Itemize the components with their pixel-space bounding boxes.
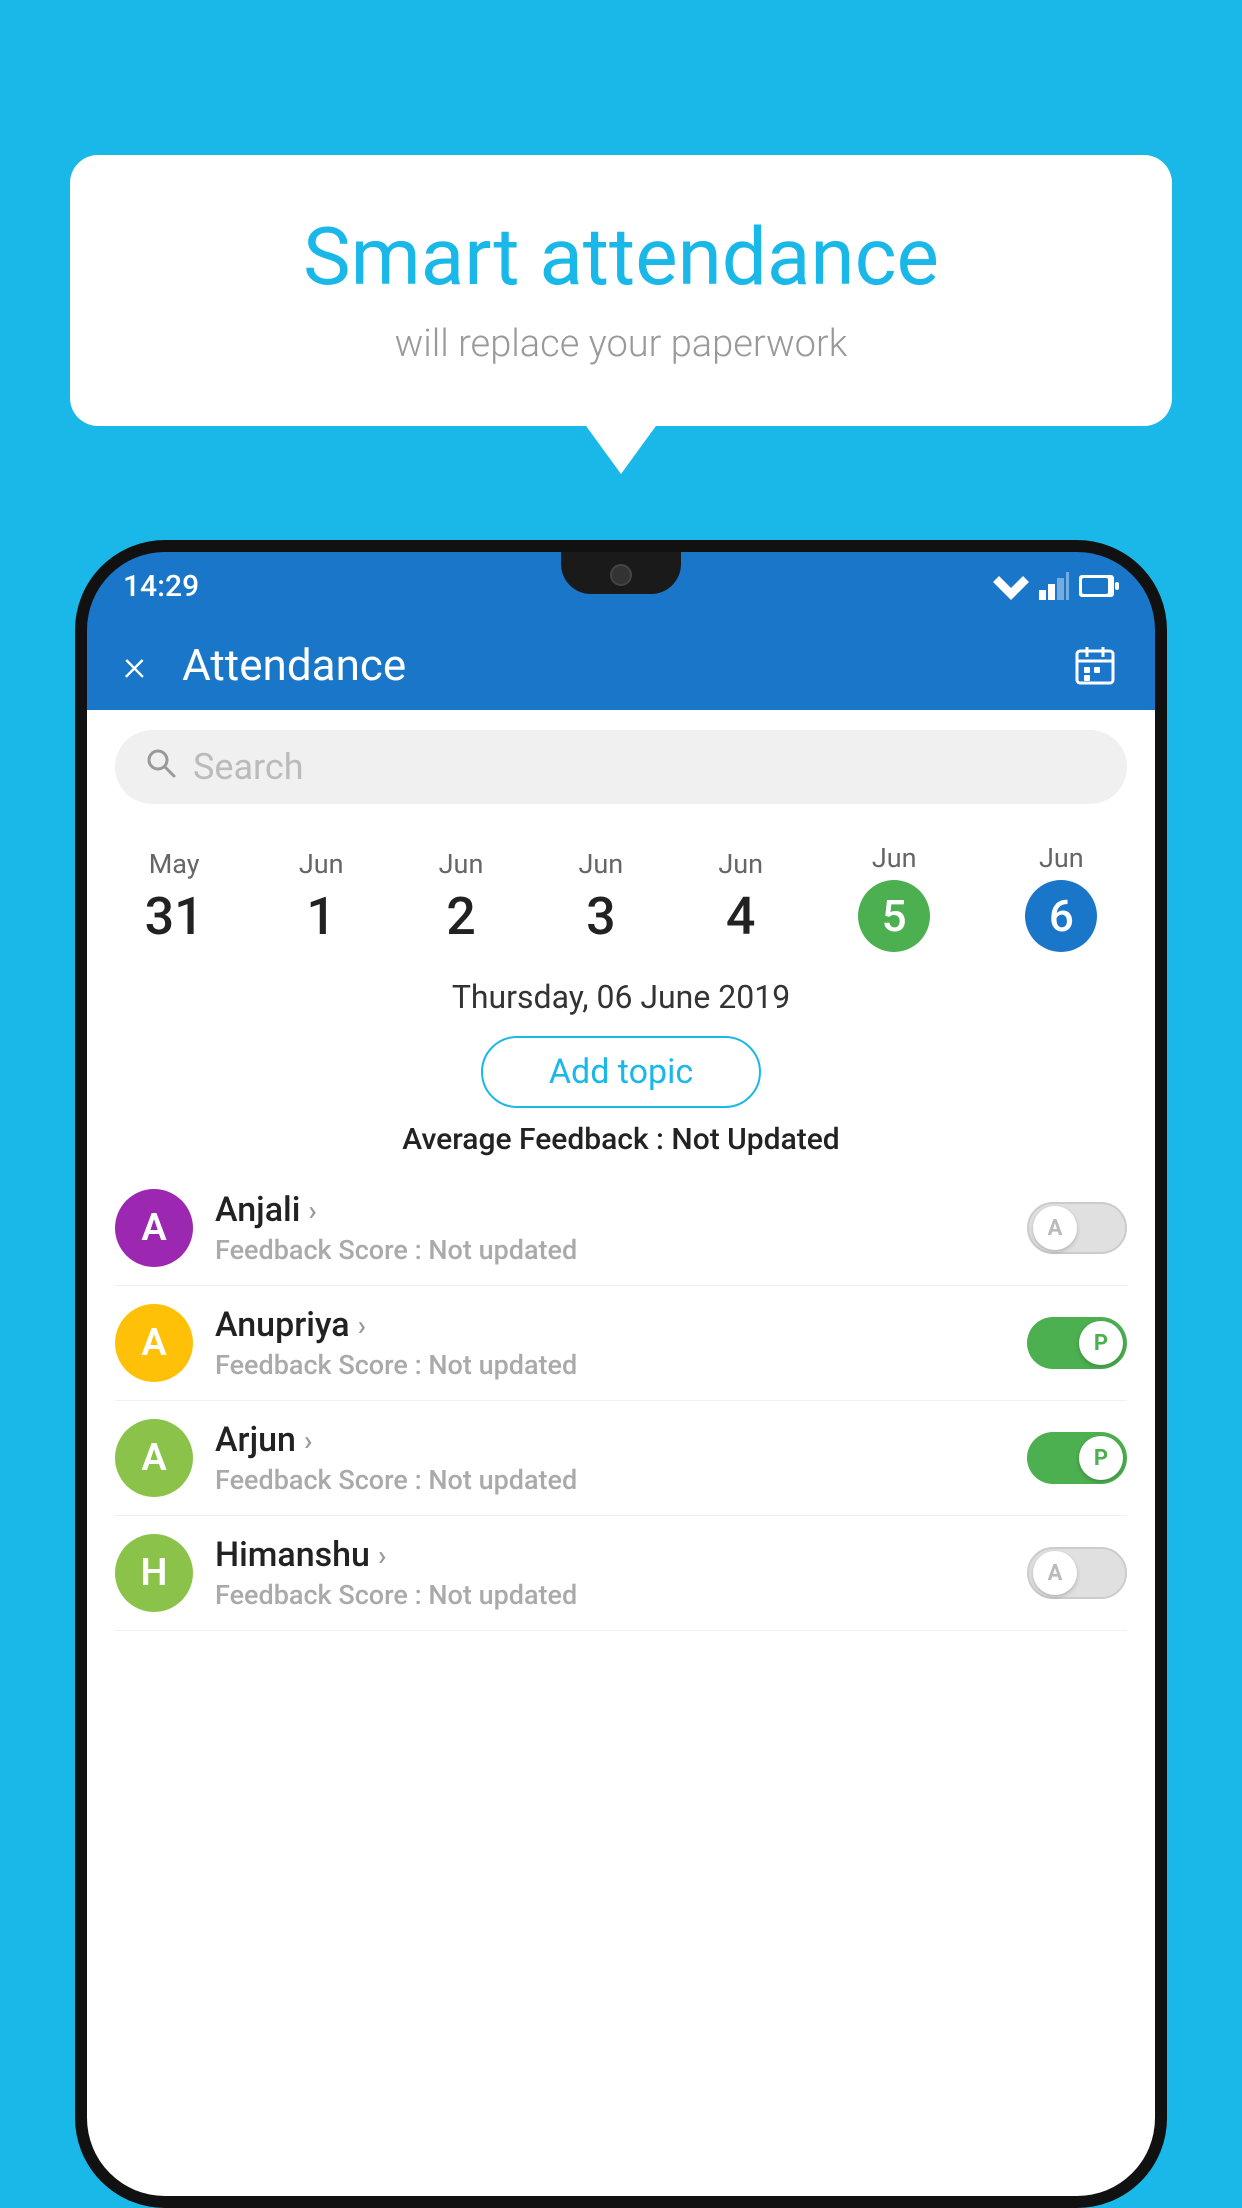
toggle-arjun[interactable]: P [1027,1432,1127,1484]
date-jun3[interactable]: Jun 3 [561,840,642,955]
date-picker-row: May 31 Jun 1 Jun 2 Jun 3 Jun 4 [87,824,1155,960]
add-topic-button[interactable]: Add topic [481,1036,761,1108]
phone-notch [561,552,681,594]
search-bar[interactable]: Search [115,730,1127,804]
student-info-anjali: Anjali › Feedback Score : Not updated [215,1190,1005,1266]
phone-frame: 14:29 [75,540,1167,2208]
app-header: × Attendance [87,620,1155,710]
bubble-subtitle: will replace your paperwork [130,322,1112,366]
selected-date: Thursday, 06 June 2019 [87,960,1155,1022]
status-icons [993,572,1119,600]
wifi-icon [993,572,1029,600]
phone-screen: Search May 31 Jun 1 Jun 2 Jun 3 [87,710,1155,2196]
date-jun5[interactable]: Jun 5 [840,834,948,960]
chevron-icon: › [304,1424,312,1457]
date-jun1[interactable]: Jun 1 [281,840,362,955]
student-item-anupriya[interactable]: A Anupriya › Feedback Score : Not update… [115,1286,1127,1401]
toggle-anupriya[interactable]: P [1027,1317,1127,1369]
avatar-arjun: A [115,1419,193,1497]
status-time: 14:29 [123,569,199,604]
toggle-himanshu[interactable]: A [1027,1547,1127,1599]
student-name-anupriya: Anupriya [215,1305,350,1345]
bubble-title: Smart attendance [130,210,1112,304]
student-list: A Anjali › Feedback Score : Not updated [87,1171,1155,1631]
search-input[interactable]: Search [193,746,304,788]
battery-icon [1079,575,1119,597]
calendar-icon[interactable] [1071,641,1119,689]
student-item-arjun[interactable]: A Arjun › Feedback Score : Not updated [115,1401,1127,1516]
date-jun6[interactable]: Jun 6 [1007,834,1115,960]
student-name-arjun: Arjun [215,1420,296,1460]
student-item-anjali[interactable]: A Anjali › Feedback Score : Not updated [115,1171,1127,1286]
avatar-himanshu: H [115,1534,193,1612]
header-title: Attendance [182,639,1071,691]
chevron-icon: › [308,1194,316,1227]
phone-container: 14:29 [75,540,1167,2208]
date-jun4[interactable]: Jun 4 [700,840,781,955]
student-info-arjun: Arjun › Feedback Score : Not updated [215,1420,1005,1496]
avatar-anupriya: A [115,1304,193,1382]
avatar-anjali: A [115,1189,193,1267]
student-info-himanshu: Himanshu › Feedback Score : Not updated [215,1535,1005,1611]
student-name-anjali: Anjali [215,1190,300,1230]
date-may31[interactable]: May 31 [127,840,222,955]
avg-feedback: Average Feedback : Not Updated [87,1122,1155,1157]
chevron-icon: › [358,1309,366,1342]
student-item-himanshu[interactable]: H Himanshu › Feedback Score : Not update… [115,1516,1127,1631]
volume-button-right [1157,882,1167,1012]
signal-icon [1039,572,1069,600]
student-info-anupriya: Anupriya › Feedback Score : Not updated [215,1305,1005,1381]
speech-bubble: Smart attendance will replace your paper… [70,155,1172,426]
date-jun2[interactable]: Jun 2 [421,840,502,955]
student-name-himanshu: Himanshu [215,1535,370,1575]
close-button[interactable]: × [123,639,146,691]
front-camera [610,564,632,586]
chevron-icon: › [378,1539,386,1572]
power-button [1157,772,1167,842]
search-icon [145,747,177,787]
volume-button [75,832,85,922]
toggle-anjali[interactable]: A [1027,1202,1127,1254]
